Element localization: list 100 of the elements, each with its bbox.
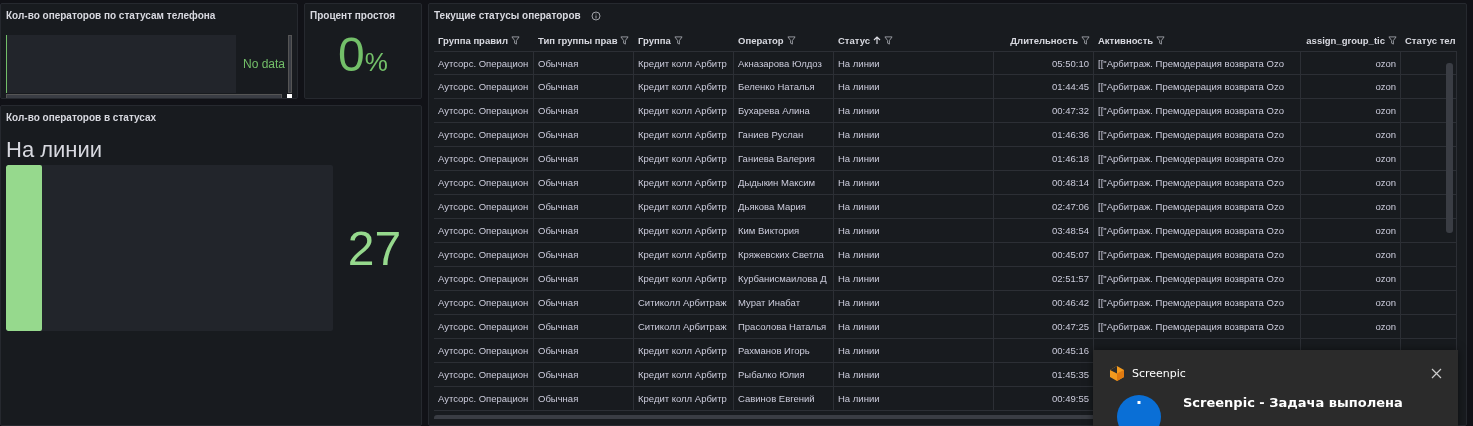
table-cell: ozon	[1301, 195, 1401, 219]
table-cell: Обычная	[534, 387, 634, 411]
notification-app-name: Screenpic	[1132, 367, 1187, 380]
table-cell: Обычная	[534, 75, 634, 99]
table-cell: Аутсорс. Операцион	[434, 171, 534, 195]
table-cell: Обычная	[534, 147, 634, 171]
table-cell: Аутсорс. Операцион	[434, 219, 534, 243]
table-cell: Кредит колл Арбитр	[634, 267, 734, 291]
table-cell: 01:46:36	[994, 123, 1094, 147]
filter-icon[interactable]	[1388, 35, 1397, 45]
column-header[interactable]: Длительность	[994, 29, 1094, 51]
filter-icon[interactable]	[673, 35, 683, 45]
table-cell: Кредит колл Арбитр	[634, 195, 734, 219]
table-cell: Кредит колл Арбитр	[634, 99, 734, 123]
column-header[interactable]: Статус	[834, 29, 994, 51]
table-cell: 00:48:14	[994, 171, 1094, 195]
filter-icon[interactable]	[1081, 35, 1090, 45]
table-cell: [["Арбитраж. Премодерация возврата Ozo	[1094, 51, 1301, 75]
column-header[interactable]: Статус тел	[1401, 29, 1457, 51]
table-cell: На линии	[834, 339, 994, 363]
table-cell: 00:46:42	[994, 291, 1094, 315]
table-cell: Обычная	[534, 51, 634, 75]
column-header[interactable]: Тип группы прав	[534, 29, 634, 51]
table-cell: Бухарева Алина	[734, 99, 834, 123]
column-header[interactable]: Оператор	[734, 29, 834, 51]
table-cell: ozon	[1301, 291, 1401, 315]
table-cell: [["Арбитраж. Премодерация возврата Ozo	[1094, 171, 1301, 195]
close-button[interactable]	[1431, 368, 1442, 379]
column-header-label: Оператор	[738, 34, 784, 46]
column-header-label: assign_group_tic	[1306, 34, 1385, 46]
table-cell: ozon	[1301, 171, 1401, 195]
table-cell: На линии	[834, 99, 994, 123]
table-cell: 02:47:06	[994, 195, 1094, 219]
table-cell: ozon	[1301, 219, 1401, 243]
column-header-label: Длительность	[1010, 34, 1078, 46]
table-cell: 00:45:07	[994, 243, 1094, 267]
table-cell: На линии	[834, 195, 994, 219]
table-cell: Кредит колл Арбитр	[634, 171, 734, 195]
table-cell: Дьякова Мария	[734, 195, 834, 219]
column-header[interactable]: Группа	[634, 29, 734, 51]
filter-icon[interactable]	[786, 35, 796, 45]
table-cell: 01:44:45	[994, 75, 1094, 99]
table-cell: Аутсорс. Операцион	[434, 51, 534, 75]
filter-icon[interactable]	[1156, 35, 1166, 45]
stat-value: 0%	[337, 31, 389, 79]
table-cell: ozon	[1301, 267, 1401, 291]
table-cell: Акназарова Юлдоз	[734, 51, 834, 75]
filter-icon[interactable]	[884, 35, 894, 45]
panel-title: Кол-во операторов в статусах	[6, 112, 158, 123]
table-cell: ozon	[1301, 99, 1401, 123]
table-cell: Аутсорс. Операцион	[434, 363, 534, 387]
vertical-scrollbar[interactable]	[288, 35, 292, 93]
table-cell: Дыдыкин Максим	[734, 171, 834, 195]
table-cell: [["Арбитраж. Премодерация возврата Ozo	[1094, 315, 1301, 339]
table-cell: На линии	[834, 387, 994, 411]
table-cell: Кредит колл Арбитр	[634, 243, 734, 267]
table-cell: Обычная	[534, 291, 634, 315]
table-cell: Обычная	[534, 219, 634, 243]
table-cell: Обычная	[534, 123, 634, 147]
arrow-up-icon[interactable]	[873, 35, 882, 45]
resize-handle[interactable]	[287, 93, 292, 98]
column-header-label: Группа	[638, 34, 671, 46]
column-header-label: Тип группы прав	[538, 34, 618, 46]
table-cell: На линии	[834, 243, 994, 267]
table-cell: На линии	[834, 219, 994, 243]
table-cell: Рахманов Игорь	[734, 339, 834, 363]
info-icon[interactable]	[590, 10, 601, 21]
table-cell: Аутсорс. Операцион	[434, 291, 534, 315]
table-cell: Аутсорс. Операцион	[434, 339, 534, 363]
table-cell: На линии	[834, 147, 994, 171]
table-cell: На линии	[834, 315, 994, 339]
table-cell: На линии	[834, 267, 994, 291]
column-header[interactable]: assign_group_tic	[1301, 29, 1401, 51]
column-header[interactable]: Активность	[1094, 29, 1301, 51]
table-cell: Аутсорс. Операцион	[434, 123, 534, 147]
horizontal-scrollbar[interactable]	[6, 94, 283, 98]
column-header-label: Статус тел	[1405, 34, 1456, 46]
table-cell: Кредит колл Арбитр	[634, 147, 734, 171]
table-cell: Аутсорс. Операцион	[434, 195, 534, 219]
info-icon	[1117, 395, 1161, 426]
table-cell: Савинов Евгений	[734, 387, 834, 411]
column-header[interactable]: Группа правил	[434, 29, 534, 51]
table-cell: Обычная	[534, 339, 634, 363]
vertical-scrollbar[interactable]	[1446, 63, 1453, 233]
table-cell: На линии	[834, 123, 994, 147]
filter-icon[interactable]	[620, 35, 630, 45]
table-cell: 01:46:18	[994, 147, 1094, 171]
table-cell: Ситиколл Арбитраж	[634, 315, 734, 339]
table-cell: Ситиколл Арбитраж	[634, 291, 734, 315]
table-cell: Беленко Наталья	[734, 75, 834, 99]
table-cell: На линии	[834, 363, 994, 387]
table-cell: [["Арбитраж. Премодерация возврата Ozo	[1094, 147, 1301, 171]
table-cell: На линии	[834, 51, 994, 75]
table-cell: Обычная	[534, 267, 634, 291]
table-cell: Ким Виктория	[734, 219, 834, 243]
table-cell: 05:50:10	[994, 51, 1094, 75]
table-cell: ozon	[1301, 123, 1401, 147]
table-cell: ozon	[1301, 315, 1401, 339]
filter-icon[interactable]	[510, 35, 520, 45]
table-cell: Рыбалко Юлия	[734, 363, 834, 387]
